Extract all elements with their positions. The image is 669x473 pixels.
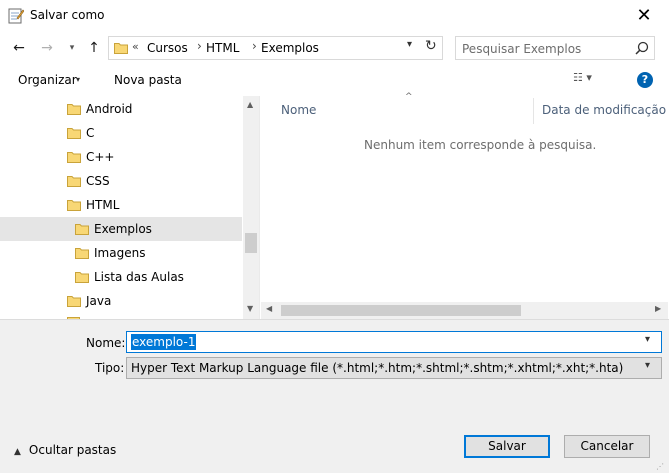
folder-icon bbox=[114, 43, 128, 54]
empty-results-message: Nenhum item corresponde à pesquisa. bbox=[364, 138, 597, 152]
chevron-down-icon[interactable]: ▾ bbox=[645, 360, 650, 371]
tree-item-label: Lista das Aulas bbox=[94, 270, 184, 284]
breadcrumb-item-html[interactable]: HTML bbox=[206, 41, 239, 55]
column-header-name[interactable]: Nome bbox=[281, 103, 316, 117]
column-header-date-modified[interactable]: Data de modificação bbox=[542, 103, 666, 117]
tree-item-css[interactable]: CSS bbox=[0, 169, 242, 193]
tree-item-label: Android bbox=[86, 102, 133, 116]
address-bar[interactable]: « Cursos › HTML › Exemplos ▾ ↻ bbox=[108, 36, 443, 60]
tree-item-html[interactable]: HTML bbox=[0, 193, 242, 217]
navigation-pane: Android C C++ CSS HTML Exemplos Imagens Lista d… bbox=[0, 96, 260, 319]
tree-item-label: Exemplos bbox=[94, 222, 152, 236]
file-name-label: Nome: bbox=[86, 336, 126, 350]
scroll-right-arrow-icon[interactable]: ▶ bbox=[655, 304, 661, 313]
new-folder-button[interactable]: Nova pasta bbox=[114, 73, 182, 87]
file-type-label: Tipo: bbox=[95, 361, 125, 375]
breadcrumb-separator[interactable]: › bbox=[197, 39, 202, 53]
folder-icon bbox=[75, 272, 89, 283]
notepad-edit-icon bbox=[8, 8, 24, 24]
help-icon[interactable]: ? bbox=[637, 72, 653, 88]
tree-item-label: Imagens bbox=[94, 246, 146, 260]
file-list-horizontal-scrollbar[interactable]: ◀ ▶ bbox=[261, 302, 668, 319]
scroll-down-arrow-icon[interactable]: ▼ bbox=[247, 304, 253, 313]
folder-icon bbox=[67, 176, 81, 187]
tree-item-label: HTML bbox=[86, 198, 120, 212]
file-list[interactable] bbox=[261, 96, 669, 319]
folder-icon bbox=[75, 248, 89, 259]
scrollbar-thumb[interactable] bbox=[245, 233, 257, 253]
scrollbar-thumb[interactable] bbox=[281, 305, 521, 316]
save-button[interactable]: Salvar bbox=[464, 435, 550, 458]
tree-item-label: Java bbox=[86, 294, 112, 308]
folder-icon bbox=[67, 128, 81, 139]
file-name-input[interactable]: exemplo-1 ▾ bbox=[126, 331, 662, 353]
tree-item-lista-das-aulas[interactable]: Lista das Aulas bbox=[0, 265, 242, 289]
folder-icon bbox=[67, 152, 81, 163]
breadcrumb-item-cursos[interactable]: Cursos bbox=[147, 41, 188, 55]
organize-button[interactable]: Organizar bbox=[18, 73, 77, 87]
scroll-up-arrow-icon[interactable]: ▲ bbox=[247, 100, 253, 109]
title-bar: Salvar como ✕ bbox=[0, 0, 669, 32]
file-type-value[interactable]: Hyper Text Markup Language file (*.html;… bbox=[131, 361, 623, 375]
breadcrumb-item-exemplos[interactable]: Exemplos bbox=[261, 41, 319, 55]
scroll-left-arrow-icon[interactable]: ◀ bbox=[266, 304, 272, 313]
address-dropdown-icon[interactable]: ▾ bbox=[407, 39, 423, 50]
folder-icon bbox=[67, 296, 81, 307]
tree-item-java[interactable]: Java bbox=[0, 289, 242, 313]
hide-folders-label[interactable]: Ocultar pastas bbox=[29, 443, 116, 457]
breadcrumb-separator[interactable]: › bbox=[252, 39, 257, 53]
search-box bbox=[455, 36, 655, 60]
search-icon[interactable] bbox=[634, 40, 650, 56]
tree-item-imagens[interactable]: Imagens bbox=[0, 241, 242, 265]
tree-item-label: C bbox=[86, 126, 95, 140]
chevron-down-icon[interactable]: ▾ bbox=[76, 75, 80, 84]
folder-icon bbox=[75, 224, 89, 235]
breadcrumb-overflow[interactable]: « bbox=[132, 40, 139, 53]
forward-button[interactable]: → bbox=[36, 36, 58, 60]
file-name-value[interactable]: exemplo-1 bbox=[131, 334, 197, 350]
tree-item-c-[interactable]: C++ bbox=[0, 145, 242, 169]
tree-item-label: C++ bbox=[86, 150, 115, 164]
recent-locations-dropdown[interactable]: ▾ bbox=[64, 36, 80, 60]
back-button[interactable]: ← bbox=[8, 36, 30, 60]
up-button[interactable]: ↑ bbox=[84, 36, 104, 60]
command-bar: Organizar ▾ Nova pasta ☷ ▾ ? bbox=[0, 64, 669, 96]
file-type-select[interactable]: Hyper Text Markup Language file (*.html;… bbox=[126, 357, 662, 379]
folder-icon bbox=[67, 104, 81, 115]
tree-item-android[interactable]: Android bbox=[0, 97, 242, 121]
tree-item-exemplos[interactable]: Exemplos bbox=[0, 217, 242, 241]
hide-folders-toggle[interactable]: ▲ Ocultar pastas bbox=[14, 443, 116, 457]
navigation-pane-scrollbar[interactable]: ▲ ▼ bbox=[243, 96, 259, 319]
refresh-button[interactable]: ↻ bbox=[425, 38, 443, 54]
view-options-icon[interactable]: ☷ ▾ bbox=[573, 71, 607, 89]
cancel-button[interactable]: Cancelar bbox=[564, 435, 650, 458]
folder-icon bbox=[67, 200, 81, 211]
chevron-down-icon[interactable]: ▾ bbox=[645, 334, 650, 345]
tree-item-label: CSS bbox=[86, 174, 110, 188]
resize-grip-icon[interactable]: ⋰ bbox=[656, 462, 664, 471]
chevron-up-icon[interactable]: ▲ bbox=[14, 447, 21, 457]
close-button[interactable]: ✕ bbox=[622, 2, 666, 30]
search-input[interactable] bbox=[462, 40, 632, 57]
tree-item-c[interactable]: C bbox=[0, 121, 242, 145]
column-divider[interactable] bbox=[533, 98, 534, 124]
sort-arrow-icon: ^ bbox=[405, 92, 413, 102]
window-title: Salvar como bbox=[30, 8, 105, 22]
